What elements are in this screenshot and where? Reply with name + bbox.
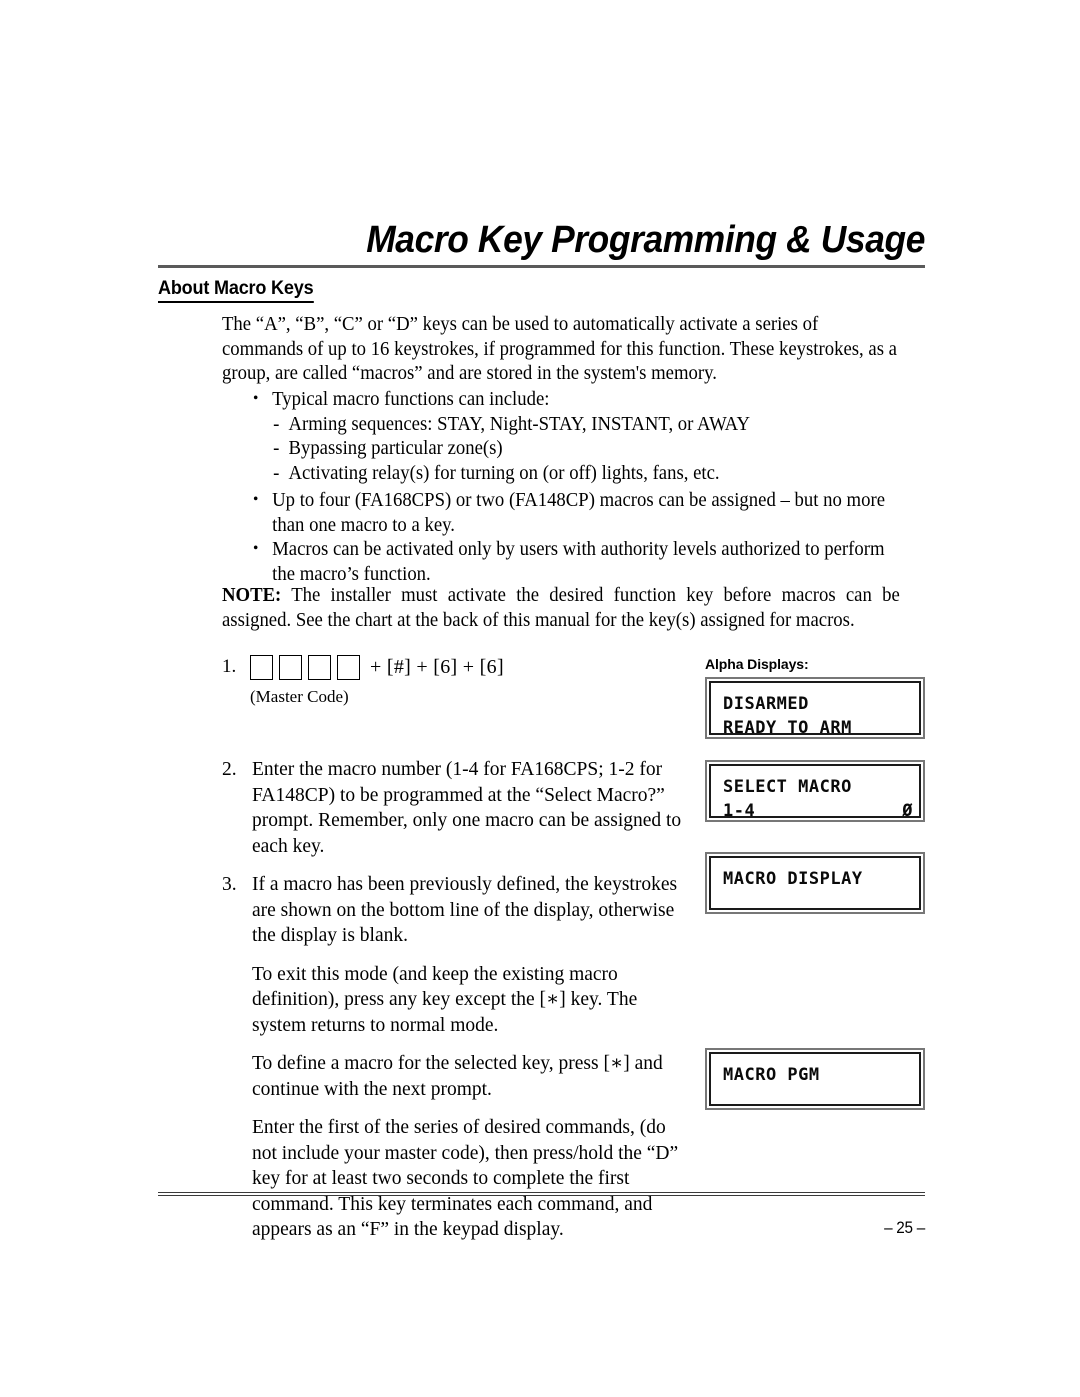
code-digit-box [279, 654, 302, 680]
note-text: The installer must activate the desired … [222, 585, 900, 631]
lcd-line-1: SELECT MACRO [723, 777, 852, 797]
intro-paragraph: The “A”, “B”, “C” or “D” keys can be use… [222, 314, 897, 384]
master-code-caption: (Master Code) [250, 687, 349, 706]
step-1-code-entry: 1. + [#] + [6] + [6] (Master Code) [222, 652, 504, 707]
lcd-line-1: DISARMED [723, 694, 809, 714]
step-paragraph-exit-mode: To exit this mode (and keep the existing… [252, 963, 638, 1036]
master-code-boxes [250, 654, 360, 680]
step-number: 1. [222, 656, 237, 677]
code-digit-box [308, 654, 331, 680]
lcd-line-2-left: 1-4 [723, 801, 756, 821]
step-3: 3. If a macro has been previously define… [222, 872, 692, 949]
list-item: Up to four (FA168CPS) or two (FA148CP) m… [252, 488, 903, 538]
note-paragraph: NOTE: The installer must activate the de… [222, 583, 900, 633]
step-number: 2. [222, 759, 237, 780]
step-paragraph-define-macro: To define a macro for the selected key, … [252, 1053, 663, 1100]
lcd-line-1: MACRO DISPLAY [723, 869, 863, 889]
code-digit-box [337, 654, 360, 680]
document-page: Macro Key Programming & Usage About Macr… [0, 0, 1080, 1397]
footer-divider [158, 1192, 925, 1196]
step-text: Enter the macro number (1-4 for FA168CPS… [252, 759, 682, 857]
lcd-line-2-right: Ø [902, 801, 913, 821]
page-number: – 25 – [884, 1218, 925, 1237]
code-digit-box [250, 654, 273, 680]
alpha-display-macro-display: MACRO DISPLAY [705, 852, 925, 914]
section-heading: About Macro Keys [158, 278, 314, 303]
feature-bullet-list: Typical macro functions can include: Arm… [252, 387, 903, 587]
list-item: Activating relay(s) for turning on (or o… [252, 462, 903, 487]
page-title: Macro Key Programming & Usage [366, 219, 925, 261]
step-2: 2. Enter the macro number (1-4 for FA168… [222, 757, 692, 859]
alpha-displays-label: Alpha Displays: [705, 656, 809, 672]
lcd-line-2: READY TO ARM [723, 718, 852, 738]
list-item: Arming sequences: STAY, Night-STAY, INST… [252, 413, 903, 438]
note-label: NOTE: [222, 585, 282, 606]
lcd-line-2: 1-4 Ø [723, 799, 913, 823]
list-item: Typical macro functions can include: [252, 387, 903, 413]
key-sequence: + [#] + [6] + [6] [370, 655, 504, 678]
page-header: Macro Key Programming & Usage [158, 218, 925, 268]
title-divider [158, 265, 925, 268]
lcd-line-1: MACRO PGM [723, 1065, 820, 1085]
step-number: 3. [222, 874, 237, 895]
list-item: Bypassing particular zone(s) [252, 437, 903, 462]
procedure-steps: 2. Enter the macro number (1-4 for FA168… [222, 757, 692, 1256]
list-item: Macros can be activated only by users wi… [252, 537, 903, 587]
alpha-display-select-macro: SELECT MACRO 1-4 Ø [705, 760, 925, 822]
step-text: If a macro has been previously defined, … [252, 874, 678, 946]
alpha-display-disarmed: DISARMED READY TO ARM [705, 677, 925, 739]
alpha-display-macro-pgm: MACRO PGM [705, 1048, 925, 1110]
